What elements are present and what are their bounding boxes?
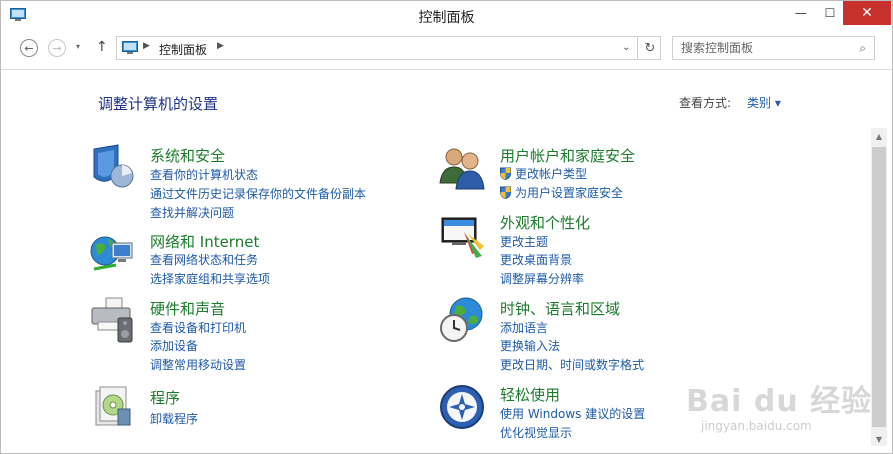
minimize-button[interactable]: — — [785, 1, 817, 25]
view-by-label: 查看方式: — [679, 96, 732, 110]
link-add-language[interactable]: 添加语言 — [500, 319, 548, 336]
page-title: 调整计算机的设置 — [98, 95, 219, 113]
link-change-input-method[interactable]: 更换输入法 — [500, 337, 560, 354]
search-input[interactable] — [681, 39, 851, 57]
address-dropdown-icon[interactable]: ⌄ — [622, 42, 630, 53]
link-change-date-time-format[interactable]: 更改日期、时间或数字格式 — [500, 356, 644, 373]
appearance-icon[interactable] — [438, 212, 486, 260]
refresh-button[interactable]: ↻ — [637, 37, 662, 59]
link-mobility-settings[interactable]: 调整常用移动设置 — [150, 356, 246, 373]
back-button[interactable]: ← — [20, 39, 38, 57]
breadcrumb-control-panel[interactable]: 控制面板 — [159, 41, 207, 58]
link-troubleshoot[interactable]: 查找并解决问题 — [150, 204, 234, 221]
link-file-history-backup[interactable]: 通过文件历史记录保存你的文件备份副本 — [150, 185, 366, 202]
uac-shield-icon — [500, 186, 511, 199]
scroll-down-button[interactable]: ▼ — [871, 431, 887, 447]
link-change-theme[interactable]: 更改主题 — [500, 233, 548, 250]
system-security-icon[interactable] — [88, 143, 136, 191]
clock-language-region-icon[interactable] — [438, 296, 486, 344]
link-devices-printers[interactable]: 查看设备和打印机 — [150, 319, 246, 336]
link-change-desktop-background[interactable]: 更改桌面背景 — [500, 251, 572, 268]
hardware-sound-icon[interactable] — [88, 296, 136, 344]
link-network-status[interactable]: 查看网络状态和任务 — [150, 251, 258, 268]
control-panel-icon — [122, 41, 138, 54]
uac-shield-icon — [500, 167, 511, 180]
search-box[interactable]: ⌕ — [672, 36, 875, 60]
up-button[interactable]: ↑ — [96, 39, 108, 55]
ease-of-access-icon[interactable] — [438, 383, 486, 431]
address-bar[interactable]: ▶ 控制面板 ▶ ⌄ ↻ — [116, 36, 661, 60]
breadcrumb-separator-icon[interactable]: ▶ — [217, 41, 224, 51]
title-bar[interactable]: 控制面板 — ☐ ✕ — [1, 1, 892, 31]
link-family-safety[interactable]: 为用户设置家庭安全 — [500, 184, 623, 201]
category-title-network-internet[interactable]: 网络和 Internet — [150, 231, 259, 252]
search-icon[interactable]: ⌕ — [859, 41, 866, 56]
link-change-account-type[interactable]: 更改帐户类型 — [500, 165, 587, 182]
view-by-dropdown[interactable]: 类别 ▾ — [747, 94, 781, 111]
baidu-watermark-logo: Bai du 经验 — [686, 384, 873, 419]
link-add-device[interactable]: 添加设备 — [150, 337, 198, 354]
close-button[interactable]: ✕ — [843, 1, 891, 25]
category-title-hardware-sound[interactable]: 硬件和声音 — [150, 298, 225, 319]
link-uninstall-program[interactable]: 卸载程序 — [150, 410, 198, 427]
recent-locations-dropdown[interactable]: ▾ — [76, 42, 80, 51]
link-family-safety-label: 为用户设置家庭安全 — [515, 186, 624, 200]
category-title-user-accounts[interactable]: 用户帐户和家庭安全 — [500, 145, 635, 166]
window-title: 控制面板 — [418, 10, 475, 26]
category-title-appearance[interactable]: 外观和个性化 — [500, 212, 590, 233]
link-optimize-visual-display[interactable]: 优化视觉显示 — [500, 424, 572, 441]
link-homegroup-sharing[interactable]: 选择家庭组和共享选项 — [150, 270, 270, 287]
maximize-button[interactable]: ☐ — [816, 1, 844, 25]
category-title-programs[interactable]: 程序 — [150, 387, 180, 408]
breadcrumb-separator-icon[interactable]: ▶ — [143, 41, 150, 51]
link-view-computer-status[interactable]: 查看你的计算机状态 — [150, 166, 258, 183]
link-screen-resolution[interactable]: 调整屏幕分辨率 — [500, 270, 584, 287]
network-internet-icon[interactable] — [88, 229, 136, 277]
navigation-bar: ← → ▾ ↑ ▶ 控制面板 ▶ ⌄ ↻ ⌕ — [1, 31, 892, 70]
forward-button[interactable]: → — [48, 39, 66, 57]
scrollbar-thumb[interactable] — [872, 147, 886, 427]
user-accounts-icon[interactable] — [438, 143, 486, 191]
link-windows-recommended-settings[interactable]: 使用 Windows 建议的设置 — [500, 405, 645, 422]
link-change-account-type-label: 更改帐户类型 — [515, 167, 588, 181]
category-title-clock-language-region[interactable]: 时钟、语言和区域 — [500, 298, 620, 319]
control-panel-window: 控制面板 — ☐ ✕ ← → ▾ ↑ ▶ 控制面板 ▶ ⌄ ↻ ⌕ 调整计算机的… — [0, 0, 893, 454]
scroll-up-button[interactable]: ▲ — [871, 128, 887, 144]
category-title-system-security[interactable]: 系统和安全 — [150, 145, 225, 166]
baidu-watermark-url: jingyan.baidu.com — [701, 419, 812, 433]
category-title-ease-of-access[interactable]: 轻松使用 — [500, 384, 560, 405]
programs-icon[interactable] — [88, 383, 136, 431]
